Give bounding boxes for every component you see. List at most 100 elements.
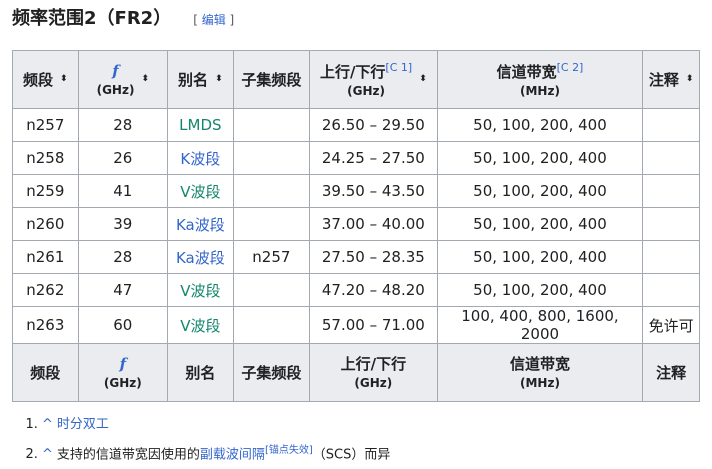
cell-ul-dl: 26.50 – 29.50 — [309, 108, 438, 142]
cell-bandwidth: 50, 100, 200, 400 — [436, 108, 644, 142]
col-header-frequency[interactable]: f (GHz) ⬍ — [77, 50, 168, 109]
sort-icon[interactable]: ⬍ — [60, 75, 68, 84]
cell-band: n257 — [12, 108, 79, 142]
table-row: n260 39 Ka波段 37.00 – 40.00 50, 100, 200, 400 — [12, 207, 700, 241]
col-header-notes[interactable]: 注释 ⬍ — [642, 50, 700, 109]
cell-band: n259 — [12, 174, 79, 208]
col-header-alias[interactable]: 别名 ⬍ — [166, 50, 234, 109]
cell-ul-dl: 37.00 – 40.00 — [309, 207, 438, 241]
sort-icon[interactable]: ⬍ — [686, 75, 694, 84]
col-unit-ghz: (GHz) — [103, 375, 142, 390]
cell-ul-dl: 27.50 – 28.35 — [309, 240, 438, 274]
col-unit-ghz: (GHz) — [354, 375, 393, 390]
table-row: n263 60 V波段 57.00 – 71.00 100, 400, 800, 160… — [12, 306, 700, 344]
col-header-band[interactable]: 频段 ⬍ — [12, 50, 79, 109]
col-label-bandwidth: 信道带宽 — [509, 354, 570, 373]
col-header-ul-dl[interactable]: 上行/下行[C 1] (GHz) ⬍ — [309, 50, 438, 109]
cell-notes — [642, 108, 700, 142]
col-label-bandwidth: 信道带宽 — [496, 62, 557, 81]
footnote-text: 支持的信道带宽因使用的 — [56, 447, 200, 463]
cell-ul-dl: 24.25 – 27.50 — [309, 141, 438, 175]
col-label-ul-dl: 上行/下行 — [319, 62, 386, 81]
sort-icon[interactable]: ⬍ — [215, 75, 223, 84]
edit-section: [ 编辑 ] — [193, 11, 234, 28]
edit-bracket-open: [ — [193, 13, 202, 27]
cell-alias[interactable]: V波段 — [166, 306, 234, 344]
cell-alias[interactable]: Ka波段 — [166, 207, 234, 241]
cell-subset — [232, 306, 311, 344]
cell-band: n261 — [12, 240, 79, 274]
cell-subset — [232, 207, 311, 241]
footer-header-row: 频段 f (GHz) 别名 子集频段 上行/下行 (GHz) 信道带宽 (MHz) 注… — [12, 343, 700, 402]
col-label-notes: 注释 — [648, 70, 679, 89]
edit-bracket-close: ] — [225, 13, 235, 27]
cell-frequency: 26 — [77, 141, 168, 175]
backlink-caret-icon[interactable]: ^ — [42, 417, 53, 432]
table-row: n258 26 K波段 24.25 – 27.50 50, 100, 200, 400 — [12, 141, 700, 175]
cell-bandwidth: 50, 100, 200, 400 — [436, 273, 644, 307]
col-unit-mhz: (MHz) — [520, 375, 560, 390]
cell-band: n260 — [12, 207, 79, 241]
section-heading: 频率范围2（FR2） [ 编辑 ] — [12, 4, 234, 34]
col-label-band: 频段 — [30, 363, 61, 382]
col-label-alias: 别名 — [178, 70, 209, 89]
frequency-symbol[interactable]: f — [120, 355, 126, 373]
section-title: 频率范围2（FR2） — [12, 8, 172, 29]
cell-subset — [232, 174, 311, 208]
frequency-symbol[interactable]: f — [112, 62, 118, 80]
footnote-link-scs[interactable]: 副载波间隔 — [200, 447, 265, 462]
cell-bandwidth: 100, 400, 800, 1600, 2000 — [436, 306, 644, 344]
cell-alias[interactable]: K波段 — [166, 141, 234, 175]
header-row: 频段 ⬍ f (GHz) ⬍ 别名 ⬍ 子集频段 上行/下行[C 1] (GHz) ⬍ 信道… — [12, 50, 700, 109]
col-label-notes: 注释 — [656, 363, 687, 382]
cell-frequency: 41 — [77, 174, 168, 208]
col-unit-ghz: (GHz) — [96, 82, 135, 97]
table-row: n257 28 LMDS 26.50 – 29.50 50, 100, 200, 400 — [12, 108, 700, 142]
cell-notes — [642, 207, 700, 241]
col-unit-ghz: (GHz) — [347, 83, 385, 98]
ref-c2-link[interactable]: [C 2] — [557, 61, 584, 74]
dead-link-marker[interactable]: [锚点失效] — [265, 445, 313, 456]
cell-ul-dl: 47.20 – 48.20 — [309, 273, 438, 307]
cell-ul-dl: 57.00 – 71.00 — [309, 306, 438, 344]
cell-frequency: 28 — [77, 240, 168, 274]
cell-alias[interactable]: Ka波段 — [166, 240, 234, 274]
cell-band: n258 — [12, 141, 79, 175]
foot-header-subset: 子集频段 — [232, 343, 311, 402]
cell-ul-dl: 39.50 – 43.50 — [309, 174, 438, 208]
cell-frequency: 28 — [77, 108, 168, 142]
footnote-link-tdd[interactable]: 时分双工 — [57, 417, 109, 432]
foot-header-bandwidth: 信道带宽 (MHz) — [436, 343, 644, 402]
footnotes-list: ^ 时分双工 ^支持的信道带宽因使用的副载波间隔[锚点失效]（SCS）而异 — [20, 412, 390, 468]
cell-bandwidth: 50, 100, 200, 400 — [436, 141, 644, 175]
foot-header-alias: 别名 — [166, 343, 234, 402]
cell-frequency: 60 — [77, 306, 168, 344]
sort-icon[interactable]: ⬍ — [141, 74, 149, 84]
cell-subset: n257 — [232, 240, 311, 274]
footnote-text: （SCS）而异 — [312, 447, 391, 463]
cell-alias[interactable]: V波段 — [166, 174, 234, 208]
fr2-bands-table: 频段 ⬍ f (GHz) ⬍ 别名 ⬍ 子集频段 上行/下行[C 1] (GHz) ⬍ 信道… — [12, 50, 700, 402]
col-label-subset: 子集频段 — [241, 363, 302, 382]
backlink-caret-icon[interactable]: ^ — [42, 447, 53, 462]
cell-notes — [642, 141, 700, 175]
col-label-band: 频段 — [23, 70, 54, 89]
cell-notes — [642, 174, 700, 208]
cell-subset — [232, 108, 311, 142]
cell-bandwidth: 50, 100, 200, 400 — [436, 174, 644, 208]
cell-subset — [232, 273, 311, 307]
cell-frequency: 47 — [77, 273, 168, 307]
col-label-ul-dl: 上行/下行 — [340, 354, 407, 373]
cell-alias[interactable]: V波段 — [166, 273, 234, 307]
cell-notes: 免许可 — [642, 306, 700, 344]
cell-frequency: 39 — [77, 207, 168, 241]
sort-icon[interactable]: ⬍ — [419, 74, 427, 84]
edit-link[interactable]: 编辑 — [202, 13, 226, 27]
cell-alias[interactable]: LMDS — [166, 108, 234, 142]
foot-header-band: 频段 — [12, 343, 79, 402]
foot-header-ul-dl: 上行/下行 (GHz) — [309, 343, 438, 402]
ref-c1-link[interactable]: [C 1] — [385, 61, 412, 74]
cell-notes — [642, 273, 700, 307]
col-header-bandwidth: 信道带宽[C 2] (MHz) — [436, 50, 644, 109]
table-row: n261 28 Ka波段 n257 27.50 – 28.35 50, 100, 200,… — [12, 240, 700, 274]
